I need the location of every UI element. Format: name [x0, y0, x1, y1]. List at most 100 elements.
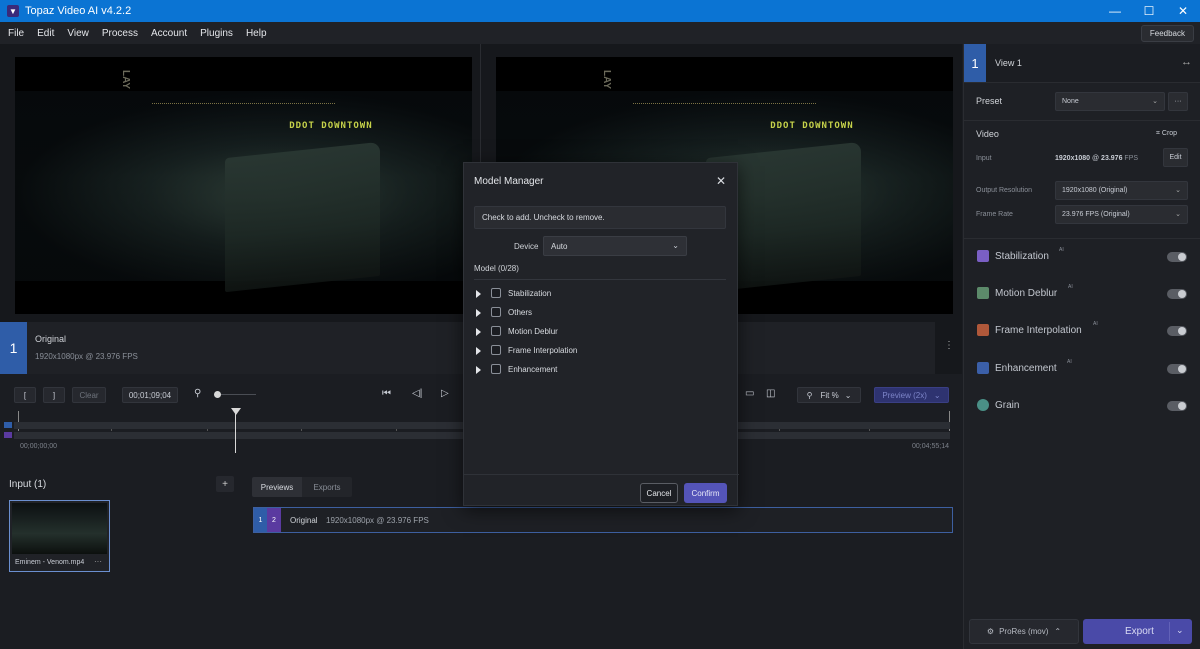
close-window-button[interactable]: ✕ [1166, 0, 1200, 22]
frame-rate-select[interactable]: 23.976 FPS (Original) ⌄ [1055, 205, 1188, 224]
confirm-button[interactable]: Confirm [684, 483, 727, 503]
clear-button[interactable]: Clear [72, 387, 106, 403]
timecode-field[interactable]: 00;01;09;04 [122, 387, 178, 403]
zoom-fit-select[interactable]: ⚲ Fit % ⌄ [797, 387, 861, 403]
export-separator [1169, 622, 1170, 641]
chevron-down-icon: ⌄ [1175, 211, 1181, 218]
single-view-icon[interactable]: ▭ [745, 388, 754, 399]
minimize-button[interactable]: — [1098, 0, 1132, 22]
crop-button[interactable]: ⌗ Crop [1156, 130, 1177, 138]
expand-caret-icon[interactable] [476, 290, 481, 298]
maximize-button[interactable]: ☐ [1132, 0, 1166, 22]
split-view-icon[interactable]: ◫ [766, 388, 775, 399]
fit-label: Fit % [820, 390, 839, 400]
frame-interpolation-toggle[interactable] [1167, 326, 1187, 336]
grain-toggle[interactable] [1167, 401, 1187, 411]
expand-icon[interactable]: ↔ [1181, 56, 1192, 68]
playhead[interactable] [235, 409, 236, 453]
menu-process[interactable]: Process [97, 28, 143, 39]
expand-caret-icon[interactable] [476, 309, 481, 317]
menu-help[interactable]: Help [241, 28, 272, 39]
ai-badge: AI [1067, 359, 1072, 365]
expand-caret-icon[interactable] [476, 347, 481, 355]
preview-button[interactable]: Preview (2x) ⌄ [874, 387, 949, 403]
motion-deblur-row[interactable]: Motion Deblur AI [976, 284, 1188, 304]
export-format-select[interactable]: ⚙ ProRes (mov) ⌃ [969, 619, 1079, 644]
model-name: Enhancement [508, 365, 558, 374]
dialog-footer-divider [464, 474, 739, 475]
model-row-others[interactable]: Others [476, 307, 716, 322]
menu-view[interactable]: View [62, 28, 94, 39]
grain-icon [977, 399, 989, 411]
input-file-name: Eminem - Venom.mp4 [15, 559, 85, 566]
frame-rate-value: 23.976 FPS (Original) [1062, 211, 1130, 218]
preview-row[interactable]: 1 2 Original 1920x1080px @ 23.976 FPS [253, 507, 953, 533]
step-back-icon[interactable]: ◁| [412, 388, 422, 399]
more-options-icon[interactable]: ⋮ [944, 340, 954, 351]
timeline-start-time: 00;00;00;00 [20, 443, 57, 450]
go-to-start-icon[interactable]: ⏮ [382, 388, 391, 399]
enhancement-row[interactable]: Enhancement AI [976, 359, 1188, 379]
add-input-button[interactable]: + [216, 476, 234, 492]
chevron-down-icon: ⌄ [672, 241, 679, 250]
close-icon[interactable]: ✕ [716, 174, 726, 188]
view-tab[interactable]: 1 View 1 ↔ [964, 44, 1200, 83]
model-checkbox[interactable] [491, 326, 501, 336]
export-label: Export [1125, 626, 1154, 637]
set-in-button[interactable]: [ [14, 387, 36, 403]
ai-badge: AI [1068, 284, 1073, 290]
play-icon[interactable]: ▷ [441, 388, 449, 399]
input-resolution: 1920x1080 [1055, 155, 1091, 162]
expand-caret-icon[interactable] [476, 328, 481, 336]
tab-exports[interactable]: Exports [302, 477, 352, 497]
input-value: 1920x1080 @ 23.976 FPS [1055, 155, 1138, 162]
tab-previews[interactable]: Previews [252, 477, 302, 497]
chevron-down-icon[interactable]: ⌄ [1176, 625, 1184, 636]
chevron-up-icon: ⌃ [1054, 627, 1062, 636]
stabilization-toggle[interactable] [1167, 252, 1187, 262]
zoom-icon: ⚲ [194, 388, 202, 399]
export-button[interactable]: Export ⌄ [1083, 619, 1192, 644]
input-label: Input [976, 155, 992, 162]
frame-interpolation-row[interactable]: Frame Interpolation AI [976, 321, 1188, 341]
cancel-button[interactable]: Cancel [640, 483, 678, 503]
model-row-frame-interpolation[interactable]: Frame Interpolation [476, 345, 716, 360]
stabilization-icon [977, 250, 989, 262]
stabilization-row[interactable]: Stabilization AI [976, 247, 1188, 267]
playhead-handle[interactable] [231, 408, 241, 415]
menu-plugins[interactable]: Plugins [195, 28, 238, 39]
preset-more-button[interactable]: ··· [1168, 92, 1188, 111]
model-row-stabilization[interactable]: Stabilization [476, 288, 716, 303]
preset-label: Preset [976, 96, 1003, 106]
thumbnail-more-button[interactable]: ··· [94, 557, 102, 566]
input-thumbnail[interactable]: Eminem - Venom.mp4 ··· [9, 500, 110, 572]
divider [964, 120, 1200, 121]
edit-input-button[interactable]: Edit [1163, 148, 1188, 167]
output-resolution-select[interactable]: 1920x1080 (Original) ⌄ [1055, 181, 1188, 200]
model-checkbox[interactable] [491, 364, 501, 374]
original-video-frame[interactable]: LAY DDOT DOWNTOWN [15, 57, 472, 314]
model-checkbox[interactable] [491, 288, 501, 298]
model-row-motion-deblur[interactable]: Motion Deblur [476, 326, 716, 341]
settings-panel: 1 View 1 ↔ Preset None ⌄ ··· Video ⌗ Crop… [963, 44, 1200, 649]
zoom-slider-handle[interactable] [214, 391, 221, 398]
device-select[interactable]: Auto ⌄ [543, 236, 687, 256]
motion-deblur-toggle[interactable] [1167, 289, 1187, 299]
view-number-badge: 1 [964, 44, 986, 82]
zoom-icon: ⚲ [806, 390, 813, 400]
grain-row[interactable]: Grain [976, 396, 1188, 416]
model-checkbox[interactable] [491, 345, 501, 355]
menu-account[interactable]: Account [146, 28, 192, 39]
model-name: Frame Interpolation [508, 346, 578, 355]
model-row-enhancement[interactable]: Enhancement [476, 364, 716, 379]
string-lights [152, 103, 335, 105]
preset-select[interactable]: None ⌄ [1055, 92, 1165, 111]
preview-row-view-1: 1 [254, 508, 267, 532]
menu-edit[interactable]: Edit [32, 28, 59, 39]
expand-caret-icon[interactable] [476, 366, 481, 374]
set-out-button[interactable]: ] [43, 387, 65, 403]
model-checkbox[interactable] [491, 307, 501, 317]
feedback-button[interactable]: Feedback [1140, 25, 1194, 42]
enhancement-toggle[interactable] [1167, 364, 1187, 374]
menu-file[interactable]: File [3, 28, 29, 39]
